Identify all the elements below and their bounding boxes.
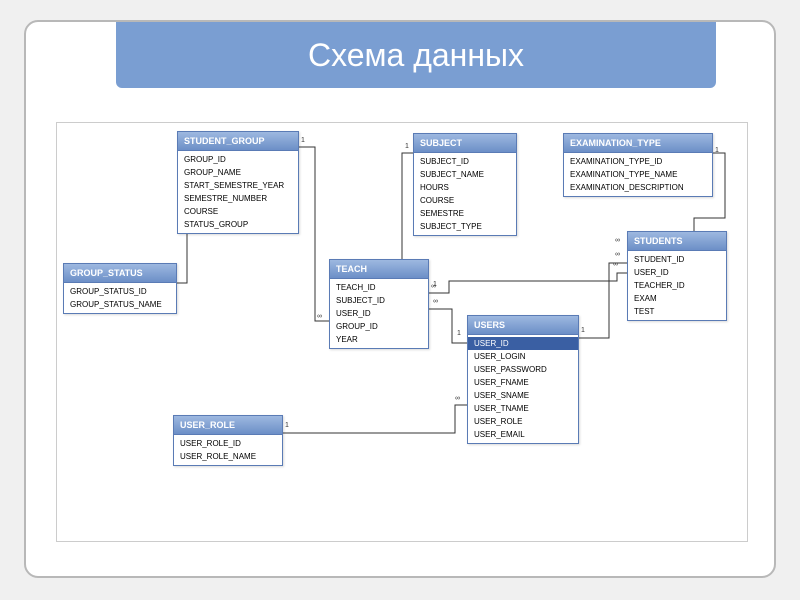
- table-column[interactable]: USER_ROLE_ID: [174, 437, 282, 450]
- table-column[interactable]: SUBJECT_NAME: [414, 168, 516, 181]
- table-column[interactable]: EXAM: [628, 292, 726, 305]
- table-header[interactable]: USERS: [468, 316, 578, 335]
- table-column[interactable]: SUBJECT_ID: [414, 155, 516, 168]
- title-bar: Схема данных: [116, 22, 716, 88]
- table-header[interactable]: SUBJECT: [414, 134, 516, 153]
- card-one: 1: [715, 147, 719, 154]
- table-column[interactable]: SEMESTRE_NUMBER: [178, 192, 298, 205]
- table-column[interactable]: TEACHER_ID: [628, 279, 726, 292]
- table-column[interactable]: SEMESTRE: [414, 207, 516, 220]
- db-table-users[interactable]: USERSUSER_IDUSER_LOGINUSER_PASSWORDUSER_…: [467, 315, 579, 444]
- table-body: SUBJECT_IDSUBJECT_NAMEHOURSCOURSESEMESTR…: [414, 153, 516, 235]
- table-column[interactable]: START_SEMESTRE_YEAR: [178, 179, 298, 192]
- table-column[interactable]: YEAR: [330, 333, 428, 346]
- er-diagram: 1 ∞ 1 ∞ 1 ∞ 1 ∞ 1 ∞ 1 ∞ 1 ∞ 1 ∞ STUDENT_…: [56, 122, 748, 542]
- table-body: USER_IDUSER_LOGINUSER_PASSWORDUSER_FNAME…: [468, 335, 578, 443]
- card-one: 1: [581, 327, 585, 334]
- db-table-student_group[interactable]: STUDENT_GROUPGROUP_IDGROUP_NAMESTART_SEM…: [177, 131, 299, 234]
- table-column[interactable]: STATUS_GROUP: [178, 218, 298, 231]
- db-table-group_status[interactable]: GROUP_STATUSGROUP_STATUS_IDGROUP_STATUS_…: [63, 263, 177, 314]
- card-many: ∞: [613, 261, 618, 268]
- table-column[interactable]: SUBJECT_ID: [330, 294, 428, 307]
- card-one: 1: [433, 281, 437, 288]
- table-column[interactable]: USER_SNAME: [468, 389, 578, 402]
- table-column[interactable]: USER_LOGIN: [468, 350, 578, 363]
- db-table-subject[interactable]: SUBJECTSUBJECT_IDSUBJECT_NAMEHOURSCOURSE…: [413, 133, 517, 236]
- table-column[interactable]: HOURS: [414, 181, 516, 194]
- table-column[interactable]: USER_TNAME: [468, 402, 578, 415]
- card-many: ∞: [455, 395, 460, 402]
- db-table-examination_type[interactable]: EXAMINATION_TYPEEXAMINATION_TYPE_IDEXAMI…: [563, 133, 713, 197]
- table-body: EXAMINATION_TYPE_IDEXAMINATION_TYPE_NAME…: [564, 153, 712, 196]
- table-header[interactable]: TEACH: [330, 260, 428, 279]
- table-column[interactable]: EXAMINATION_DESCRIPTION: [564, 181, 712, 194]
- slide-title: Схема данных: [308, 37, 524, 74]
- db-table-teach[interactable]: TEACHTEACH_IDSUBJECT_IDUSER_IDGROUP_IDYE…: [329, 259, 429, 349]
- card-many: ∞: [615, 251, 620, 258]
- table-column[interactable]: USER_EMAIL: [468, 428, 578, 441]
- card-many: ∞: [433, 298, 438, 305]
- table-body: GROUP_STATUS_IDGROUP_STATUS_NAME: [64, 283, 176, 313]
- table-column[interactable]: USER_FNAME: [468, 376, 578, 389]
- table-column[interactable]: USER_PASSWORD: [468, 363, 578, 376]
- table-column[interactable]: EXAMINATION_TYPE_NAME: [564, 168, 712, 181]
- db-table-students[interactable]: STUDENTSSTUDENT_IDUSER_IDTEACHER_IDEXAMT…: [627, 231, 727, 321]
- table-column[interactable]: COURSE: [414, 194, 516, 207]
- table-column[interactable]: TEST: [628, 305, 726, 318]
- table-column[interactable]: EXAMINATION_TYPE_ID: [564, 155, 712, 168]
- table-header[interactable]: STUDENT_GROUP: [178, 132, 298, 151]
- table-header[interactable]: GROUP_STATUS: [64, 264, 176, 283]
- table-column[interactable]: GROUP_NAME: [178, 166, 298, 179]
- card-one: 1: [457, 330, 461, 337]
- table-column[interactable]: USER_ROLE: [468, 415, 578, 428]
- table-header[interactable]: USER_ROLE: [174, 416, 282, 435]
- table-column[interactable]: COURSE: [178, 205, 298, 218]
- table-column[interactable]: GROUP_ID: [178, 153, 298, 166]
- table-column[interactable]: USER_ID: [330, 307, 428, 320]
- table-body: STUDENT_IDUSER_IDTEACHER_IDEXAMTEST: [628, 251, 726, 320]
- table-body: USER_ROLE_IDUSER_ROLE_NAME: [174, 435, 282, 465]
- table-column[interactable]: GROUP_STATUS_NAME: [64, 298, 176, 311]
- card-many: ∞: [317, 313, 322, 320]
- card-one: 1: [285, 422, 289, 429]
- table-column[interactable]: USER_ROLE_NAME: [174, 450, 282, 463]
- card-many: ∞: [615, 237, 620, 244]
- table-body: GROUP_IDGROUP_NAMESTART_SEMESTRE_YEARSEM…: [178, 151, 298, 233]
- card-one: 1: [405, 143, 409, 150]
- table-column[interactable]: TEACH_ID: [330, 281, 428, 294]
- slide-frame: Схема данных 1 ∞ 1 ∞ 1 ∞ 1 ∞: [24, 20, 776, 578]
- table-column[interactable]: SUBJECT_TYPE: [414, 220, 516, 233]
- db-table-user_role[interactable]: USER_ROLEUSER_ROLE_IDUSER_ROLE_NAME: [173, 415, 283, 466]
- card-one: 1: [301, 137, 305, 144]
- table-column[interactable]: USER_ID: [468, 337, 578, 350]
- table-header[interactable]: EXAMINATION_TYPE: [564, 134, 712, 153]
- table-column[interactable]: GROUP_STATUS_ID: [64, 285, 176, 298]
- table-body: TEACH_IDSUBJECT_IDUSER_IDGROUP_IDYEAR: [330, 279, 428, 348]
- table-column[interactable]: GROUP_ID: [330, 320, 428, 333]
- table-column[interactable]: STUDENT_ID: [628, 253, 726, 266]
- table-column[interactable]: USER_ID: [628, 266, 726, 279]
- table-header[interactable]: STUDENTS: [628, 232, 726, 251]
